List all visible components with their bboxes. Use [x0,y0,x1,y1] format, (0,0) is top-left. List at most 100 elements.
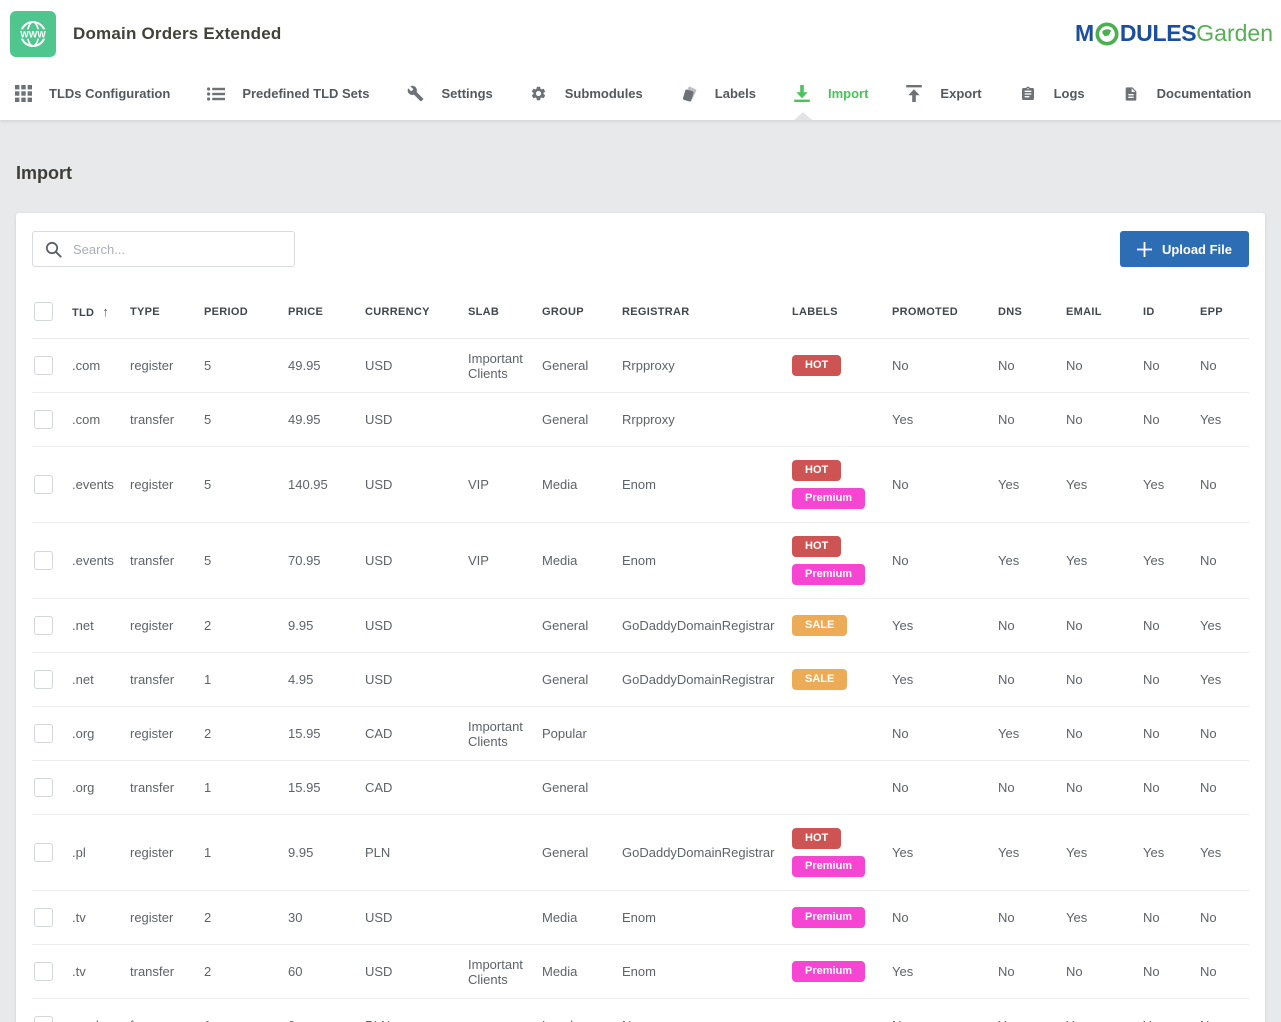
cell-period: 1 [202,653,286,707]
cell-registrar: Enom [620,447,790,523]
cell-labels: SALE [790,653,890,707]
cell-id: No [1141,891,1198,945]
cell-registrar: Enom [620,891,790,945]
label-badges: HOTPremium [792,536,886,585]
cell-id: No [1141,393,1198,447]
cell-registrar: GoDaddyDomainRegistrar [620,599,790,653]
column-header-labels[interactable]: LABELS [790,285,890,339]
column-header-group[interactable]: GROUP [540,285,620,339]
cell-dns: No [996,599,1064,653]
cell-registrar: Enom [620,945,790,999]
row-checkbox[interactable] [34,908,53,927]
cell-slab: Important Clients [466,945,540,999]
cell-email: No [1064,393,1141,447]
table-row: .tvregister230USDMediaEnomPremiumNoNoYes… [32,891,1249,945]
label-badges: SALE [792,615,886,636]
row-select-cell [32,393,70,447]
cell-currency: USD [363,599,466,653]
cell-group: Media [540,523,620,599]
cell-group: General [540,599,620,653]
cell-type: register [128,339,202,393]
cell-registrar: Rrpproxy [620,339,790,393]
table-header-row: TLD↑TYPE PERIOD PRICECURRENCYSLABGROUP REGI… [32,285,1249,339]
cell-currency: USD [363,447,466,523]
cell-tld: .pl [70,815,128,891]
cell-promoted: Yes [890,815,996,891]
column-header-currency[interactable]: CURRENCY [363,285,466,339]
nav-item-submodules[interactable]: Submodules [530,85,643,102]
cell-registrar: Rrpproxy [620,393,790,447]
row-checkbox[interactable] [34,616,53,635]
search-input[interactable] [73,242,282,257]
column-header-label: PERIOD [204,306,248,318]
column-header-price[interactable]: PRICE [286,285,363,339]
column-header-label: PROMOTED [892,306,958,318]
cell-id: Yes [1141,447,1198,523]
nav-item-logs[interactable]: Logs [1019,85,1085,103]
row-checkbox[interactable] [34,551,53,570]
row-checkbox[interactable] [34,475,53,494]
label-badge-hot: HOT [792,460,841,481]
cell-slab [466,815,540,891]
nav-item-labels[interactable]: Labels [680,86,756,102]
cell-currency: PLN [363,815,466,891]
label-badges: SALE [792,669,886,690]
label-badge-hot: HOT [792,536,841,557]
column-header-period[interactable]: PERIOD [202,285,286,339]
column-header-slab[interactable]: SLAB [466,285,540,339]
cell-slab: Important Clients [466,707,540,761]
nav-item-import[interactable]: Import [793,85,868,102]
row-checkbox[interactable] [34,1016,53,1022]
cell-email: Yes [1064,815,1141,891]
cell-price: 60 [286,945,363,999]
cell-labels: Premium [790,891,890,945]
cell-type: register [128,815,202,891]
cell-period: 5 [202,393,286,447]
column-header-promoted[interactable]: PROMOTED [890,285,996,339]
row-checkbox[interactable] [34,962,53,981]
row-checkbox[interactable] [34,410,53,429]
row-select-cell [32,707,70,761]
column-header-label: TYPE [130,306,160,318]
cell-group: General [540,339,620,393]
list-icon [207,87,225,101]
cell-slab [466,999,540,1022]
row-checkbox[interactable] [34,670,53,689]
column-header-dns[interactable]: DNS [996,285,1064,339]
cell-labels: HOT [790,339,890,393]
modulesgarden-logo: M DULES Garden [1075,20,1273,47]
column-header-epp[interactable]: EPP [1198,285,1249,339]
row-checkbox[interactable] [34,843,53,862]
select-all-checkbox[interactable] [34,302,53,321]
row-checkbox[interactable] [34,724,53,743]
nav-item-tlds-configuration[interactable]: TLDs Configuration [14,85,170,102]
row-select-cell [32,653,70,707]
cell-registrar: Namecom [620,999,790,1022]
column-header-tld[interactable]: TLD↑ [70,285,128,339]
nav-item-settings[interactable]: Settings [406,85,492,102]
column-header-type[interactable]: TYPE [128,285,202,339]
table-row: .comtransfer549.95USDGeneralRrpproxyYesN… [32,393,1249,447]
www-globe-icon: WWW [16,17,50,51]
row-checkbox[interactable] [34,778,53,797]
upload-file-button[interactable]: Upload File [1120,231,1249,267]
row-checkbox[interactable] [34,356,53,375]
column-header-label: GROUP [542,306,584,318]
nav-item-predefined-tld-sets[interactable]: Predefined TLD Sets [207,86,369,101]
nav-item-label: Documentation [1157,86,1252,101]
cell-email: Yes [1064,999,1141,1022]
clipboard-icon [1019,85,1037,103]
sort-asc-icon: ↑ [102,304,109,319]
cell-tld: .tv [70,945,128,999]
cell-registrar: GoDaddyDomainRegistrar [620,653,790,707]
nav-item-export[interactable]: Export [905,85,981,102]
cell-dns: No [996,653,1064,707]
cell-epp: No [1198,891,1249,945]
column-header-registrar[interactable]: REGISTRAR [620,285,790,339]
label-badge-premium: Premium [792,856,865,877]
nav-item-label: Logs [1054,86,1085,101]
nav-item-documentation[interactable]: Documentation [1122,85,1252,103]
column-header-id[interactable]: ID [1141,285,1198,339]
cell-type: free [128,999,202,1022]
column-header-email[interactable]: EMAIL [1064,285,1141,339]
